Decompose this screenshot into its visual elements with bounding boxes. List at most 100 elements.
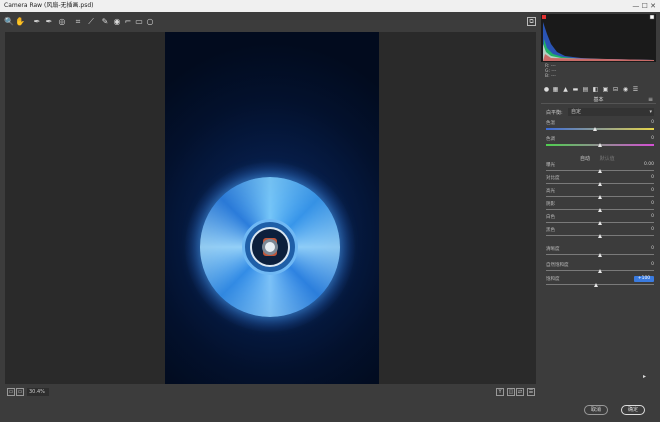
tab-basic-icon[interactable]: ● — [543, 86, 550, 93]
slider-label: 阴影 — [546, 202, 555, 207]
slider-row: 白色 0 — [546, 214, 654, 226]
tab-lens-icon[interactable]: ◧ — [592, 86, 599, 93]
slider-value-field[interactable]: 0 — [634, 246, 654, 252]
spot-removal-tool-icon[interactable]: ✎ — [100, 16, 110, 27]
slider-label: 自然饱和度 — [546, 263, 569, 268]
slider-value-field[interactable]: 0 — [634, 188, 654, 194]
zoom-level-field[interactable]: 30.4% — [27, 388, 49, 396]
open-preferences-icon[interactable]: ⧉ — [527, 17, 536, 26]
slider-thumb[interactable] — [598, 221, 602, 225]
swap-settings-button[interactable]: ⇄ — [516, 388, 524, 396]
fan-photo — [165, 32, 379, 384]
slider-thumb[interactable] — [598, 143, 602, 147]
slider-thumb[interactable] — [593, 283, 598, 287]
ok-button[interactable]: 确定 — [621, 405, 645, 415]
slider-label: 色调 — [546, 137, 555, 142]
white-balance-value: 自定 — [571, 109, 582, 115]
adjustment-brush-tool-icon[interactable]: ⌐ — [123, 16, 133, 27]
slider-row: 高光 0 — [546, 188, 654, 200]
slider-row: 色调 0 — [546, 136, 654, 148]
camera-raw-window: Camera Raw (风扇-无插画.psd) — ☐ ✕ 🔍 ✋ ✒ ✒ ◎ … — [0, 0, 660, 422]
zoom-in-button[interactable]: ▭ — [16, 388, 24, 396]
tab-detail-icon[interactable]: ▲ — [562, 86, 569, 93]
slider-value-field[interactable]: 0 — [634, 214, 654, 220]
tab-effects-icon[interactable]: ▣ — [602, 86, 609, 93]
panel-title: 基本 — [541, 96, 656, 104]
tab-tone-curve-icon[interactable]: ▦ — [552, 86, 559, 93]
red-eye-tool-icon[interactable]: ◉ — [112, 16, 122, 27]
window-controls[interactable]: — ☐ ✕ — [632, 0, 656, 12]
before-after-button[interactable]: ◫ — [507, 388, 515, 396]
targeted-adjustment-tool-icon[interactable]: ◎ — [57, 16, 67, 27]
tab-presets-icon[interactable]: ☰ — [632, 86, 639, 93]
white-balance-tool-icon[interactable]: ✒ — [32, 16, 42, 27]
slider-thumb[interactable] — [598, 253, 602, 257]
slider-value-field[interactable]: 0 — [634, 120, 654, 126]
slider-label: 曝光 — [546, 163, 555, 168]
slider-value-field[interactable]: 0 — [634, 262, 654, 268]
slider-row: 阴影 0 — [546, 201, 654, 213]
title-bar: Camera Raw (风扇-无插画.psd) — ☐ ✕ — [0, 0, 660, 12]
preview-bottom-bar: ▭ ▭ 30.4% Y ◫ ⇄ ☰ — [5, 386, 536, 398]
zoom-out-button[interactable]: ▭ — [7, 388, 15, 396]
slider-thumb[interactable] — [598, 208, 602, 212]
slider-row: 清晰度 0 — [546, 246, 654, 258]
slider-row: 对比度 0 — [546, 175, 654, 187]
hand-tool-icon[interactable]: ✋ — [15, 16, 25, 27]
panel-menu-icon[interactable]: ≡ — [648, 96, 653, 103]
slider-row: 色温 0 — [546, 120, 654, 132]
slider-thumb[interactable] — [598, 195, 602, 199]
fan-hub-center — [262, 239, 278, 255]
slider-label: 黑色 — [546, 228, 555, 233]
auto-button[interactable]: 自动 — [580, 156, 590, 162]
slider-label: 清晰度 — [546, 247, 560, 252]
slider-row: 自然饱和度 0 — [546, 262, 654, 274]
slider-track[interactable] — [546, 128, 654, 130]
slider-thumb[interactable] — [592, 127, 597, 131]
mouse-cursor-icon: ▸ — [643, 373, 647, 380]
color-sampler-tool-icon[interactable]: ✒ — [44, 16, 54, 27]
white-balance-select[interactable]: 自定 ▾ — [568, 108, 654, 116]
slider-label: 饱和度 — [546, 277, 560, 282]
readout-b: B: --- — [545, 74, 556, 79]
tab-split-toning-icon[interactable]: ▤ — [582, 86, 589, 93]
slider-value-field[interactable]: 0 — [634, 227, 654, 233]
slider-thumb[interactable] — [598, 182, 602, 186]
slider-row: 曝光 0.00 — [546, 162, 654, 174]
preview-settings-button[interactable]: ☰ — [527, 388, 535, 396]
crop-tool-icon[interactable]: ⌗ — [73, 16, 83, 27]
rgb-readouts: R: --- G: --- B: --- — [545, 64, 556, 79]
graduated-filter-tool-icon[interactable]: ▭ — [134, 16, 144, 27]
toolbar: 🔍 ✋ ✒ ✒ ◎ ⌗ ⟋ ✎ ◉ ⌐ ▭ ○ — [0, 14, 540, 30]
chevron-down-icon: ▾ — [649, 109, 652, 115]
window-title: Camera Raw (风扇-无插画.psd) — [4, 2, 94, 9]
slider-label: 色温 — [546, 121, 555, 126]
image-preview-area[interactable] — [5, 32, 536, 384]
slider-track[interactable] — [546, 284, 654, 285]
tab-calibration-icon[interactable]: ⊟ — [612, 86, 619, 93]
auto-default-row: 自动 默认值 — [580, 155, 623, 162]
slider-thumb[interactable] — [598, 234, 602, 238]
slider-thumb[interactable] — [598, 269, 602, 273]
slider-row: 饱和度 +100 — [546, 276, 654, 288]
slider-thumb[interactable] — [598, 169, 602, 173]
white-balance-label: 白平衡: — [546, 110, 563, 116]
slider-value-field[interactable]: 0 — [634, 136, 654, 142]
default-button[interactable]: 默认值 — [600, 156, 615, 162]
straighten-tool-icon[interactable]: ⟋ — [86, 16, 96, 27]
zoom-tool-icon[interactable]: 🔍 — [4, 16, 14, 27]
cancel-button[interactable]: 取消 — [584, 405, 608, 415]
histogram-graph — [542, 14, 655, 61]
histogram — [541, 14, 656, 62]
slider-label: 白色 — [546, 215, 555, 220]
slider-row: 黑色 0 — [546, 227, 654, 239]
radial-filter-tool-icon[interactable]: ○ — [145, 16, 155, 27]
panel-tabs: ● ▦ ▲ ▬ ▤ ◧ ▣ ⊟ ◉ ☰ — [541, 85, 656, 95]
slider-value-field[interactable]: 0 — [634, 175, 654, 181]
view-mode-button[interactable]: Y — [496, 388, 504, 396]
slider-value-field[interactable]: 0 — [634, 201, 654, 207]
slider-value-field[interactable]: 0.00 — [634, 162, 654, 168]
tab-camera-icon[interactable]: ◉ — [622, 86, 629, 93]
tab-hsl-icon[interactable]: ▬ — [572, 86, 579, 93]
slider-value-field[interactable]: +100 — [634, 276, 654, 282]
